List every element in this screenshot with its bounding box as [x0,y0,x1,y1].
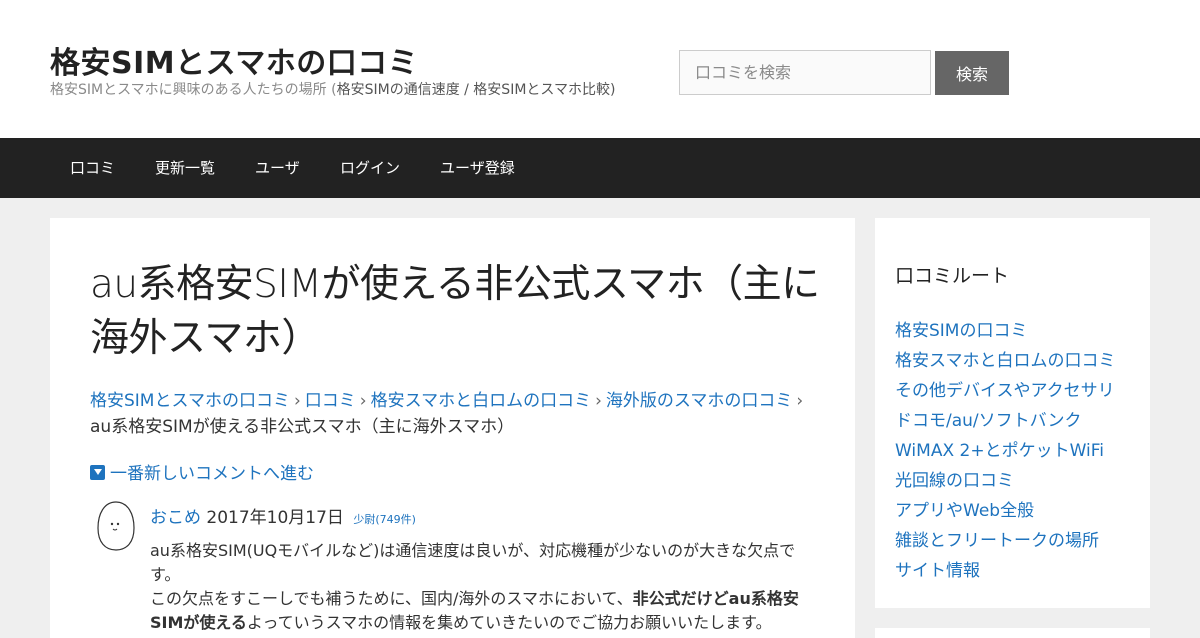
main-content: au系格安SIMが使える非公式スマホ（主に海外スマホ） 格安SIMとスマホの口コ… [50,218,855,638]
sidebar-link-fiber[interactable]: 光回線の口コミ [895,471,1014,491]
comment-meta: おこめ 2017年10月17日 少尉(749件) [150,503,416,528]
site-header: 格安SIMとスマホの口コミ 格安SIMとスマホに興味のある人たちの場所 (格安S… [0,0,1200,138]
sidebar-link-wimax[interactable]: WiMAX 2+とポケットWiFi [895,441,1104,461]
sidebar-item: 雑談とフリートークの場所 [895,526,1116,556]
sidebar-item: その他デバイスやアクセサリ [895,376,1116,406]
sidebar-title: 口コミルート [895,265,1010,287]
breadcrumb-separator: › [796,391,804,411]
breadcrumb-link-smartphone[interactable]: 格安スマホと白ロムの口コミ [371,391,592,411]
breadcrumb-link-kuchikomi[interactable]: 口コミ [305,391,356,411]
main-nav: 口コミ 更新一覧 ユーザ ログイン ユーザ登録 [0,138,1200,198]
nav-item-register[interactable]: ユーザ登録 [440,138,515,198]
sidebar-link-smartphone[interactable]: 格安スマホと白ロムの口コミ [895,351,1116,371]
comment-paragraph: au系格安SIM(UQモバイルなど)は通信速度は良いが、対応機種が少ないのが大き… [150,541,796,584]
site-description: 格安SIMとスマホに興味のある人たちの場所 (格安SIMの通信速度 / 格安SI… [50,79,615,99]
site-title[interactable]: 格安SIMとスマホの口コミ [50,38,418,82]
sidebar-item: 光回線の口コミ [895,466,1116,496]
comment-date: 2017年10月17日 [206,508,344,528]
jump-to-latest-link[interactable]: 一番新しいコメントへ進む [90,459,314,484]
sidebar-list: 格安SIMの口コミ 格安スマホと白ロムの口コミ その他デバイスやアクセサリ ドコ… [895,316,1116,586]
comment-text: よっていうスマホの情報を集めていきたいのでご協力お願いいたします。 [246,613,772,632]
jump-to-latest-label: 一番新しいコメントへ進む [110,464,314,484]
sidebar-item: サイト情報 [895,556,1116,586]
sidebar-item: 格安SIMの口コミ [895,316,1116,346]
comment-body: au系格安SIM(UQモバイルなど)は通信速度は良いが、対応機種が少ないのが大き… [150,539,800,635]
breadcrumb-separator: › [359,391,367,411]
sidebar-link-chat[interactable]: 雑談とフリートークの場所 [895,531,1099,551]
comment-text: この欠点をすこーしでも補うために、国内/海外のスマホにおいて、 [150,589,633,608]
sidebar-link-devices[interactable]: その他デバイスやアクセサリ [895,381,1115,401]
sidebar-link-carriers[interactable]: ドコモ/au/ソフトバンク [895,411,1082,431]
sidebar-item: 格安スマホと白ロムの口コミ [895,346,1116,376]
sidebar-link-apps[interactable]: アプリやWeb全般 [895,501,1034,521]
sidebar: 口コミルート 格安SIMの口コミ 格安スマホと白ロムの口コミ その他デバイスやア… [875,218,1150,608]
nav-item-updates[interactable]: 更新一覧 [155,138,215,198]
sidebar-item: アプリやWeb全般 [895,496,1116,526]
comment-author[interactable]: おこめ [150,508,201,528]
breadcrumb: 格安SIMとスマホの口コミ › 口コミ › 格安スマホと白ロムの口コミ › 海外版のスマホの… [90,388,820,440]
search-button[interactable]: 検索 [935,51,1009,95]
site-description-paren: 格安SIMの通信速度 / 格安SIMとスマホ比較) [336,82,616,98]
comment-author-rank[interactable]: 少尉(749件) [353,513,416,526]
site-description-main: 格安SIMとスマホに興味のある人たちの場所 ( [50,82,337,98]
breadcrumb-separator: › [595,391,602,411]
sidebar-item: WiMAX 2+とポケットWiFi [895,436,1116,466]
page-title: au系格安SIMが使える非公式スマホ（主に海外スマホ） [90,262,820,361]
nav-item-kuchikomi[interactable]: 口コミ [70,138,115,198]
sidebar-link-sim[interactable]: 格安SIMの口コミ [895,321,1027,341]
avatar[interactable] [96,500,136,552]
nav-item-users[interactable]: ユーザ [255,138,300,198]
nav-item-login[interactable]: ログイン [340,138,400,198]
sidebar-link-site-info[interactable]: サイト情報 [895,561,980,581]
breadcrumb-link-home[interactable]: 格安SIMとスマホの口コミ [90,391,290,411]
breadcrumb-current: au系格安SIMが使える非公式スマホ（主に海外スマホ） [90,417,515,437]
sidebar-item: ドコモ/au/ソフトバンク [895,406,1116,436]
comment-paragraph: この欠点をすこーしでも補うために、国内/海外のスマホにおいて、非公式だけどau系… [150,587,800,635]
search-input[interactable] [679,50,931,95]
chevron-down-icon [90,465,105,480]
breadcrumb-separator: › [293,391,301,411]
breadcrumb-link-overseas[interactable]: 海外版のスマホの口コミ [606,391,793,411]
